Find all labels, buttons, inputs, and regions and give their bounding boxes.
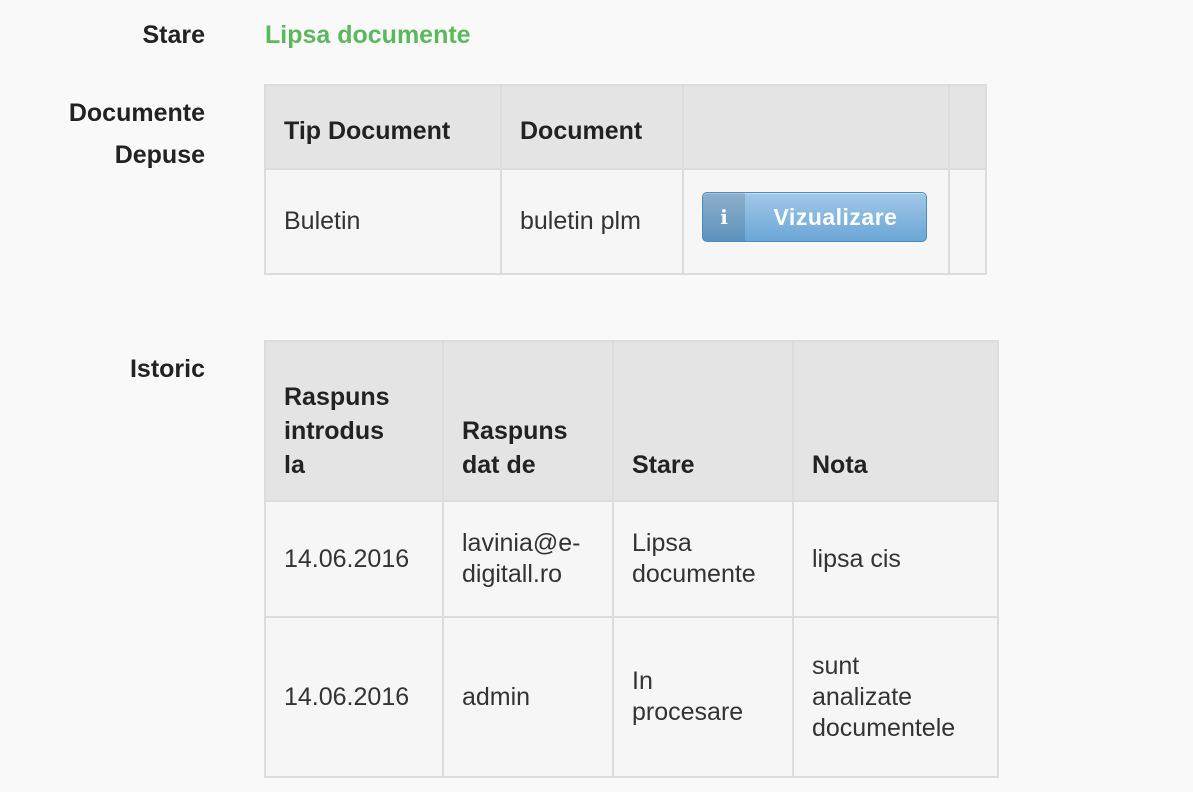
cell-line: analizate [812, 682, 913, 711]
history-note-cell: lipsa cis [792, 500, 999, 618]
view-button-label: Vizualizare [773, 203, 898, 230]
cell-line: digitall.ro [462, 560, 563, 588]
header-line: Nota [812, 451, 868, 479]
header-line: dat de [462, 451, 536, 479]
view-button[interactable]: i Vizualizare [702, 192, 927, 243]
history-date-cell: 14.06.2016 [264, 500, 444, 618]
cell-line: procesare [632, 698, 744, 726]
cell-line: documente [632, 560, 756, 588]
column-header-raspuns-introdus-la: Raspuns introdus la [264, 340, 444, 502]
history-by-cell: admin [442, 616, 614, 778]
document-action-cell: i Vizualizare [682, 168, 950, 275]
documents-label: Documente Depuse [0, 92, 205, 176]
header-line: Raspuns [462, 417, 568, 445]
document-type-cell: Buletin [264, 168, 502, 275]
cell-line: lavinia@e- [462, 529, 581, 557]
header-line: introdus [284, 417, 384, 445]
cell-line: Lipsa [632, 529, 692, 557]
column-header-actions [682, 84, 950, 170]
documents-header-row: Tip Document Document [264, 84, 987, 170]
info-icon: i [703, 193, 745, 242]
header-line: Raspuns [284, 383, 390, 411]
document-name-cell: buletin plm [500, 168, 684, 275]
header-line: la [284, 451, 305, 479]
table-row: 14.06.2016 lavinia@e- digitall.ro Lipsa … [264, 500, 999, 618]
column-header-document: Document [500, 84, 684, 170]
status-value: Lipsa documente [265, 21, 471, 49]
document-extra-cell [948, 168, 987, 275]
status-label: Stare [142, 21, 205, 49]
column-header-stare: Stare [612, 340, 794, 502]
documents-label-line1: Documente [68, 99, 205, 127]
cell-line: documentele [812, 713, 956, 742]
documents-label-line2: Depuse [114, 141, 205, 169]
history-state-cell: Lipsa documente [612, 500, 794, 618]
header-line: Stare [632, 451, 695, 479]
cell-line: lipsa cis [812, 544, 901, 573]
table-row: 14.06.2016 admin In procesare sunt anali… [264, 616, 999, 778]
cell-line: In [632, 667, 653, 695]
table-row: Buletin buletin plm i Vizualizare [264, 168, 987, 275]
history-note-cell: sunt analizate documentele [792, 616, 999, 778]
column-header-nota: Nota [792, 340, 999, 502]
history-header-row: Raspuns introdus la Raspuns dat de Stare… [264, 340, 999, 502]
column-header-tip-document: Tip Document [264, 84, 502, 170]
history-table: Raspuns introdus la Raspuns dat de Stare… [264, 340, 999, 778]
history-label: Istoric [129, 355, 205, 383]
column-header-extra [948, 84, 987, 170]
cell-line: sunt [812, 651, 860, 680]
column-header-raspuns-dat-de: Raspuns dat de [442, 340, 614, 502]
history-date-cell: 14.06.2016 [264, 616, 444, 778]
history-state-cell: In procesare [612, 616, 794, 778]
history-by-cell: lavinia@e- digitall.ro [442, 500, 614, 618]
cell-line: admin [462, 682, 531, 711]
documents-table: Tip Document Document Buletin buletin pl… [264, 84, 987, 275]
